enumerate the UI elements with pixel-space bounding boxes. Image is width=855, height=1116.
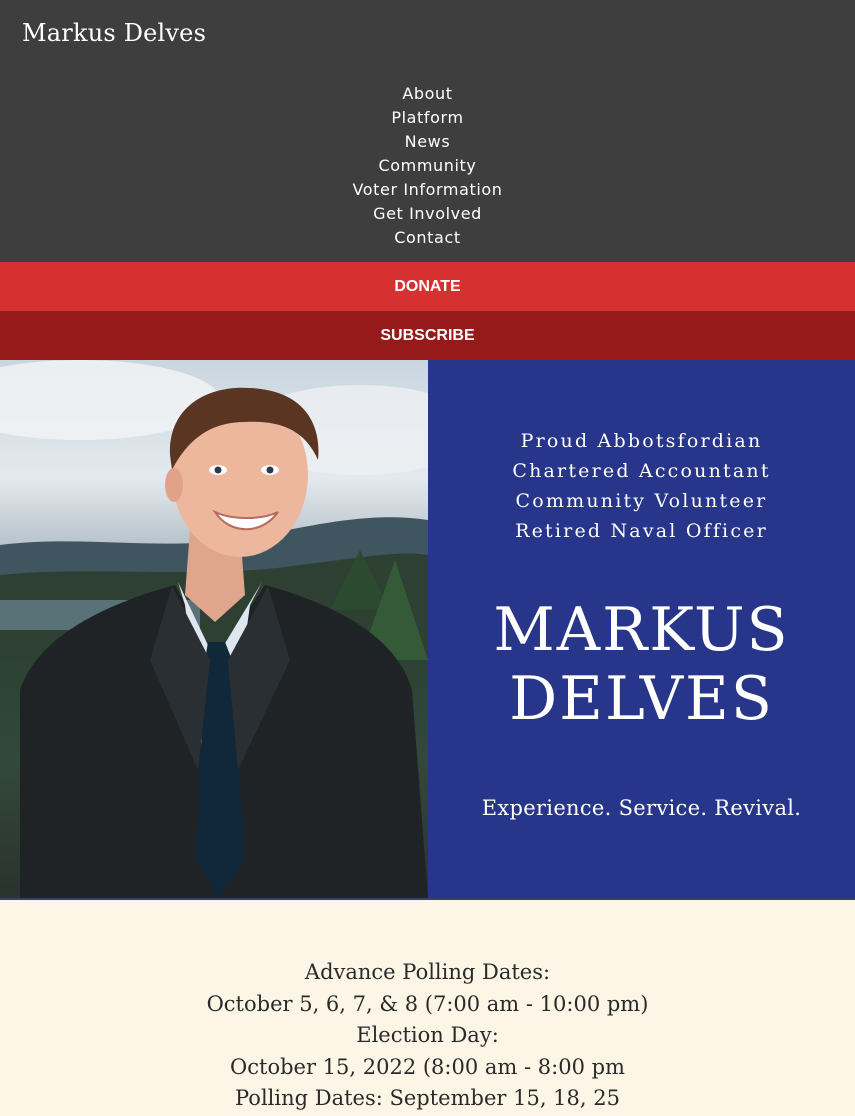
- tagline-item: Community Volunteer: [515, 490, 768, 512]
- nav-link-platform[interactable]: Platform: [391, 108, 463, 127]
- polling-info-section: Advance Polling Dates: October 5, 6, 7, …: [0, 898, 855, 1116]
- election-day-date: October 15, 2022 (8:00 am - 8:00 pm: [230, 1054, 625, 1079]
- nav-link-about[interactable]: About: [402, 84, 452, 103]
- hero-section: Proud Abbotsfordian Chartered Accountant…: [0, 360, 855, 898]
- site-header: Markus Delves About Platform News Commun…: [0, 0, 855, 262]
- nav-item-voter-information: Voter Information: [0, 178, 855, 202]
- nav-item-contact: Contact: [0, 226, 855, 250]
- nav-item-platform: Platform: [0, 106, 855, 130]
- candidate-photo-illustration: [0, 360, 428, 898]
- candidate-photo: [0, 360, 428, 898]
- nav-item-community: Community: [0, 154, 855, 178]
- polling-info-list: Advance Polling Dates: October 5, 6, 7, …: [0, 957, 855, 1115]
- tagline-list: Proud Abbotsfordian Chartered Accountant…: [428, 426, 855, 546]
- nav-link-voter-information[interactable]: Voter Information: [352, 180, 502, 199]
- tagline-item: Chartered Accountant: [512, 460, 771, 482]
- subscribe-button[interactable]: SUBSCRIBE: [0, 311, 855, 360]
- election-day-heading: Election Day:: [356, 1023, 499, 1047]
- tagline-item: Proud Abbotsfordian: [520, 430, 763, 452]
- nav-link-contact[interactable]: Contact: [394, 228, 460, 247]
- nav-item-get-involved: Get Involved: [0, 202, 855, 226]
- candidate-name-heading: MARKUS DELVES: [428, 596, 855, 734]
- campaign-slogan: Experience. Service. Revival.: [481, 796, 802, 820]
- site-title-link[interactable]: Markus Delves: [22, 19, 206, 47]
- hero-text-panel: Proud Abbotsfordian Chartered Accountant…: [428, 360, 855, 898]
- main-nav: About Platform News Community Voter Info…: [0, 82, 855, 250]
- tagline-item: Retired Naval Officer: [515, 520, 768, 542]
- polling-dates: Polling Dates: September 15, 18, 25: [235, 1086, 620, 1110]
- nav-link-news[interactable]: News: [405, 132, 451, 151]
- nav-link-get-involved[interactable]: Get Involved: [373, 204, 482, 223]
- candidate-last-name: DELVES: [509, 664, 774, 734]
- page: Markus Delves About Platform News Commun…: [0, 0, 855, 1116]
- candidate-first-name: MARKUS: [493, 595, 790, 665]
- nav-item-news: News: [0, 130, 855, 154]
- advance-polling-heading: Advance Polling Dates:: [304, 960, 551, 984]
- advance-polling-dates: October 5, 6, 7, & 8 (7:00 am - 10:00 pm…: [206, 991, 649, 1016]
- nav-item-about: About: [0, 82, 855, 106]
- nav-link-community[interactable]: Community: [378, 156, 476, 175]
- donate-button[interactable]: DONATE: [0, 262, 855, 311]
